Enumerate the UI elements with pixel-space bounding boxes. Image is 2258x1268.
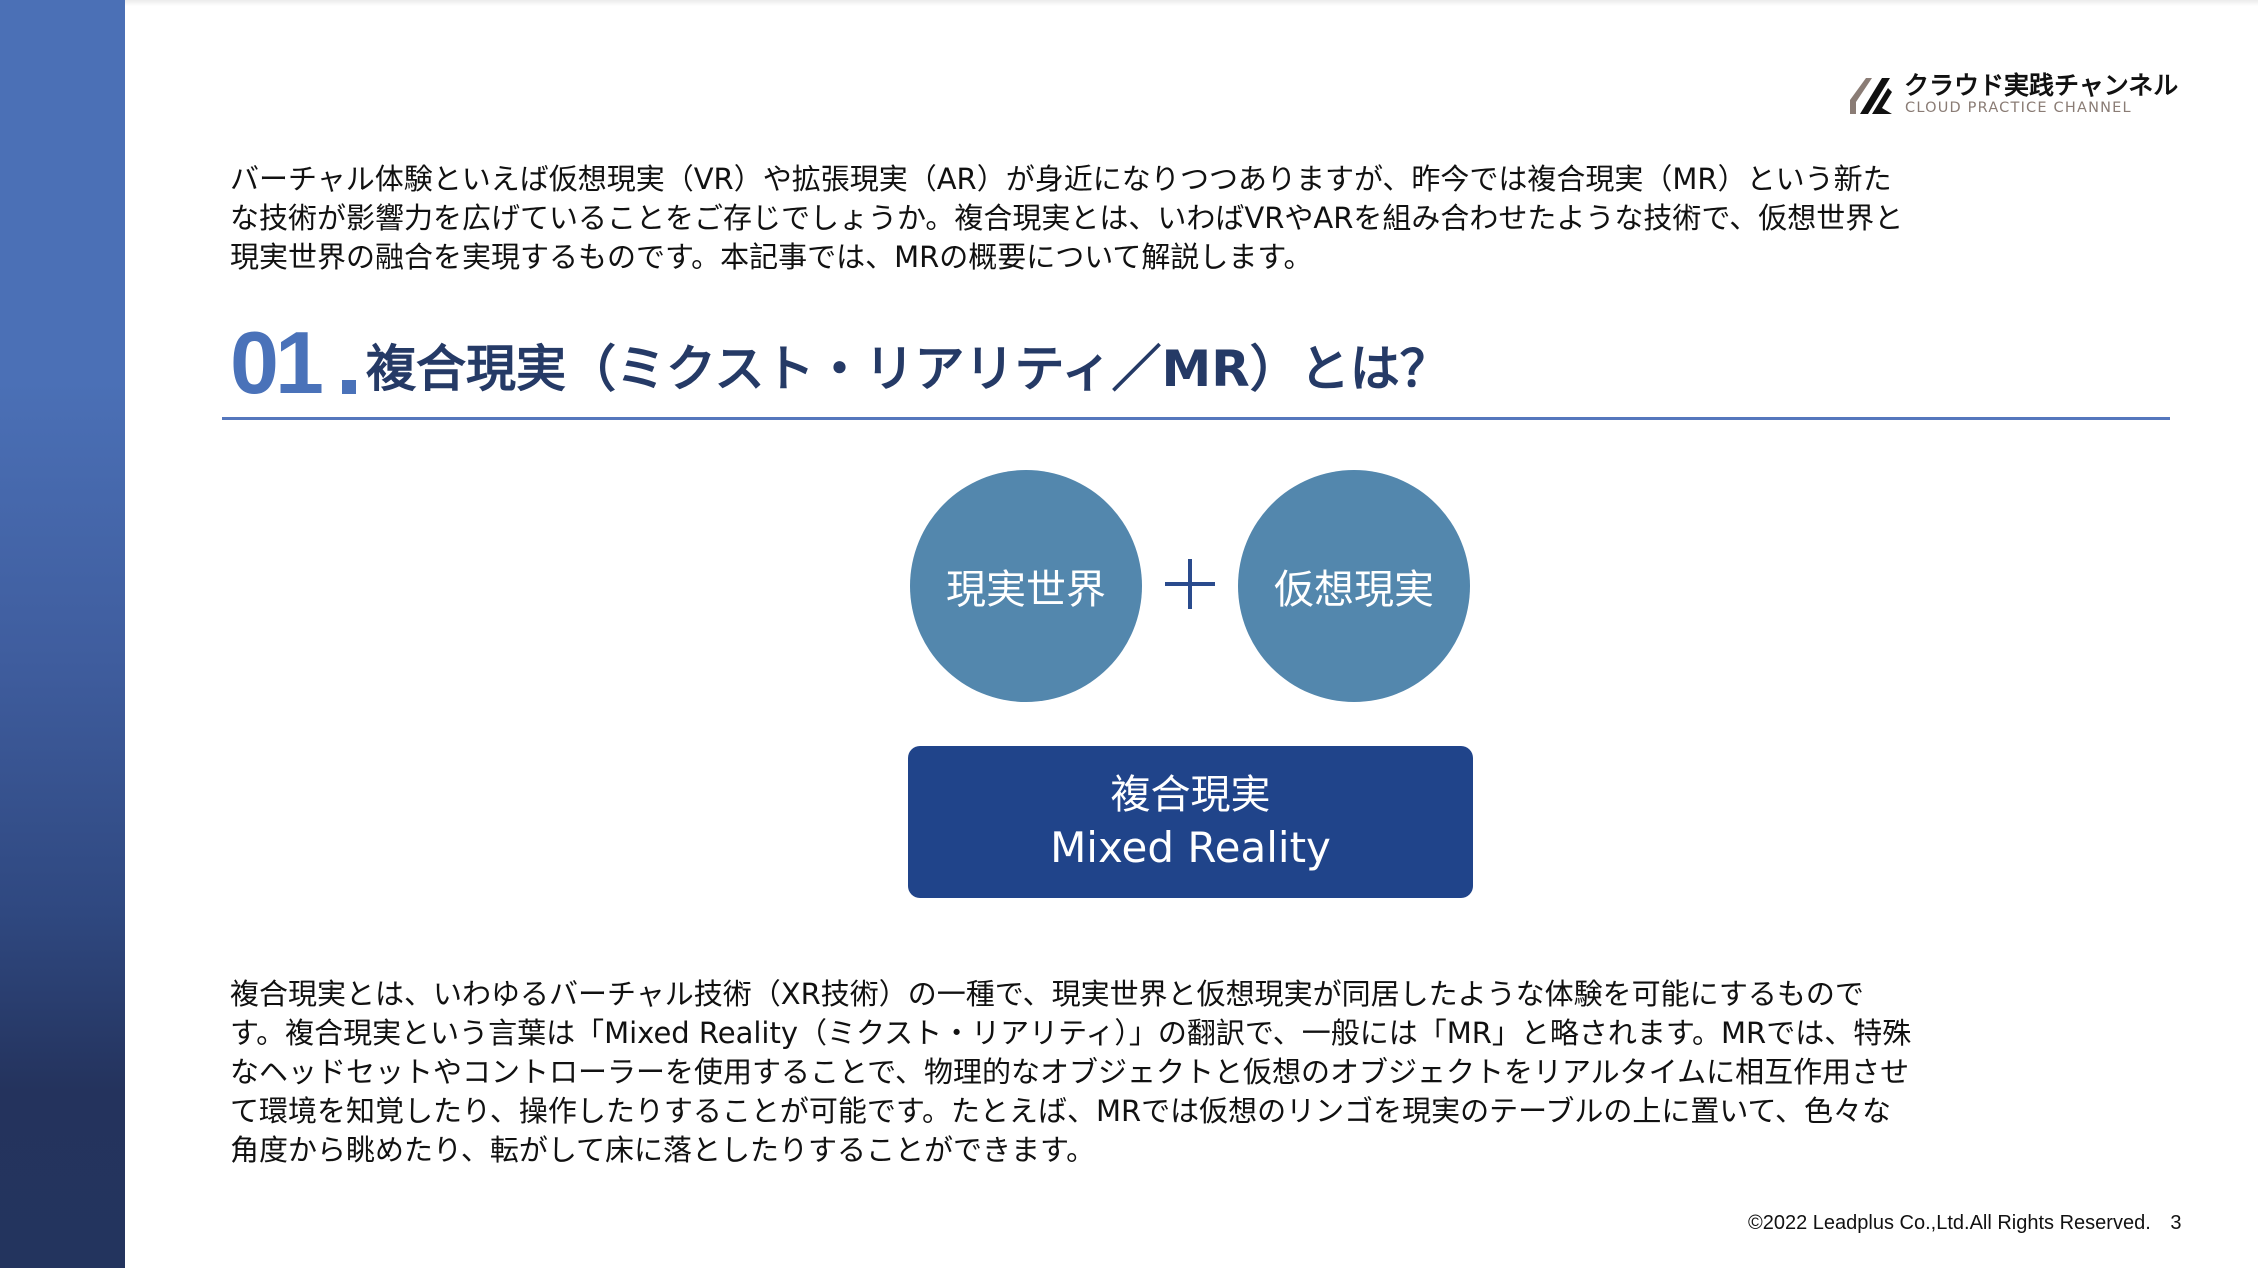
section-title: 複合現実（ミクスト・リアリティ／MR）とは？ — [366, 340, 1450, 398]
plus-icon — [1165, 559, 1215, 609]
brand-logo: クラウド実践チャンネル CLOUD PRACTICE CHANNEL — [1848, 64, 2178, 124]
section-number-dot — [342, 380, 356, 394]
mixed-reality-label-jp: 複合現実 — [1110, 772, 1271, 818]
plus-vertical-bar — [1188, 559, 1192, 609]
mixed-reality-label-en: Mixed Reality — [1050, 823, 1331, 872]
brand-name-en: CLOUD PRACTICE CHANNEL — [1905, 100, 2132, 116]
copyright-text: ©2022 Leadplus Co.,Ltd.All Rights Reserv… — [1748, 1212, 2151, 1234]
virtual-reality-circle: 仮想現実 — [1238, 470, 1470, 702]
real-world-circle: 現実世界 — [910, 470, 1142, 702]
virtual-reality-label: 仮想現実 — [1274, 567, 1434, 613]
footer: ©2022 Leadplus Co.,Ltd.All Rights Reserv… — [1748, 1212, 2181, 1235]
page-number: 3 — [2170, 1212, 2182, 1234]
body-line: なヘッドセットやコントローラーを使用することで、物理的なオブジェクトと仮想のオブ… — [230, 1055, 1910, 1089]
intro-line: 現実世界の融合を実現するものです。本記事では、MRの概要について解説します。 — [230, 240, 1313, 274]
body-paragraph: 複合現実とは、いわゆるバーチャル技術（XR技術）の一種で、現実世界と仮想現実が同… — [230, 975, 2190, 1170]
brand-name-jp: クラウド実践チャンネル — [1904, 71, 2179, 100]
body-line: て環境を知覚したり、操作したりすることが可能です。たとえば、MRでは仮想のリンゴ… — [230, 1094, 1892, 1128]
body-line: 角度から眺めたり、転がして床に落としたりすることができます。 — [230, 1133, 1096, 1167]
mixed-reality-box: 複合現実 Mixed Reality — [908, 746, 1473, 898]
section-number: 01 — [230, 313, 324, 412]
top-shadow — [0, 0, 2258, 6]
intro-paragraph: バーチャル体験といえば仮想現実（VR）や拡張現実（AR）が身近になりつつあります… — [230, 160, 2190, 277]
intro-line: な技術が影響力を広げていることをご存じでしょうか。複合現実とは、いわばVRやAR… — [230, 201, 1904, 235]
stripes-logo-icon — [1850, 78, 1892, 114]
body-line: す。複合現実という言葉は「Mixed Reality（ミクスト・リアリティ）」の… — [230, 1016, 1912, 1050]
body-line: 複合現実とは、いわゆるバーチャル技術（XR技術）の一種で、現実世界と仮想現実が同… — [230, 977, 1864, 1011]
side-gradient-band — [0, 0, 125, 1268]
heading-divider — [222, 417, 2170, 420]
intro-line: バーチャル体験といえば仮想現実（VR）や拡張現実（AR）が身近になりつつあります… — [230, 162, 1892, 196]
real-world-label: 現実世界 — [946, 567, 1106, 613]
